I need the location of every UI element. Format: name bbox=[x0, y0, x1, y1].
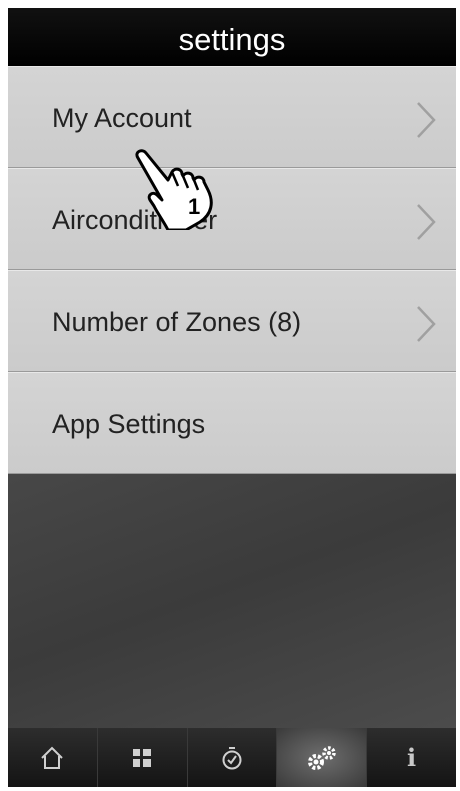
zones-grid-icon bbox=[133, 748, 152, 767]
bottom-tab-bar: i bbox=[8, 728, 456, 787]
menu-item-label: Number of Zones (8) bbox=[52, 307, 302, 337]
tab-zones[interactable] bbox=[98, 728, 188, 787]
chevron-right-icon bbox=[417, 306, 436, 342]
info-icon: i bbox=[407, 743, 417, 772]
chevron-right-icon bbox=[417, 204, 436, 240]
menu-item-label: App Settings bbox=[52, 409, 206, 439]
phone-screen: settings My Account Airconditioner Numbe… bbox=[8, 8, 456, 787]
pointing-hand-icon: 1 bbox=[135, 149, 213, 230]
settings-gears-icon bbox=[307, 745, 336, 770]
home-icon bbox=[41, 746, 64, 769]
tab-home[interactable] bbox=[8, 728, 98, 787]
menu-item-app-settings[interactable]: App Settings bbox=[8, 372, 456, 474]
tab-settings[interactable] bbox=[277, 728, 368, 787]
timer-icon bbox=[222, 746, 242, 769]
step-number: 1 bbox=[188, 194, 200, 219]
settings-menu: My Account Airconditioner Number of Zone… bbox=[8, 66, 456, 474]
tab-timer[interactable] bbox=[188, 728, 278, 787]
menu-item-number-of-zones[interactable]: Number of Zones (8) bbox=[8, 270, 456, 372]
tab-info[interactable]: i bbox=[367, 728, 456, 787]
chevron-right-icon bbox=[417, 102, 436, 138]
page-title: settings bbox=[8, 8, 456, 69]
